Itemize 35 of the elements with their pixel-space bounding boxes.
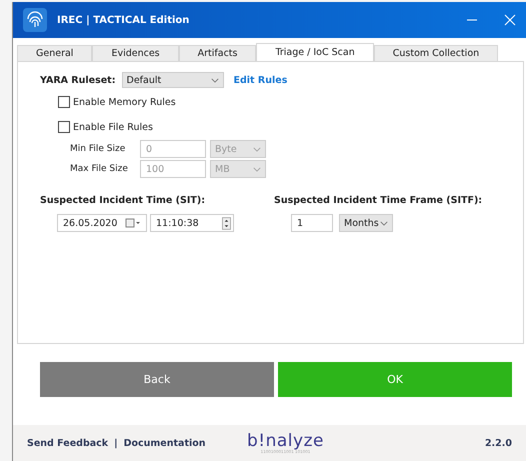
checkbox-label: Enable File Rules <box>73 122 153 132</box>
checkbox[interactable] <box>58 96 70 108</box>
yara-label: YARA Ruleset: <box>40 74 116 86</box>
brand-logo: b!nalyze <box>247 432 324 450</box>
edit-rules-link[interactable]: Edit Rules <box>234 74 288 86</box>
time-field[interactable]: 11:10:38 <box>150 214 234 232</box>
tab[interactable]: Evidences <box>92 45 179 61</box>
size-label: Min File Size <box>70 144 126 154</box>
chevron-down-icon <box>253 166 261 172</box>
chevron-down-icon <box>253 146 261 152</box>
window-title: IREC | TACTICAL Edition <box>57 14 190 26</box>
ruleset-dropdown[interactable]: Default <box>122 72 224 88</box>
tab[interactable]: Artifacts <box>178 45 256 61</box>
date-picker[interactable]: 26.05.2020 <box>57 214 147 232</box>
size-label: Max File Size <box>70 164 129 174</box>
checkbox-label: Enable Memory Rules <box>73 96 176 108</box>
checkbox[interactable] <box>58 121 70 133</box>
close-icon[interactable] <box>504 14 516 26</box>
chevron-down-icon <box>210 78 219 82</box>
tab[interactable]: Custom Collection <box>374 45 498 61</box>
back-button[interactable]: Back <box>40 362 274 397</box>
fingerprint-logo-icon <box>23 8 47 32</box>
footer-link[interactable]: Documentation <box>124 438 206 448</box>
chevron-down-icon <box>380 220 388 226</box>
version-text: 2.2.0 <box>484 438 512 448</box>
calendar-dropdown-icon[interactable] <box>125 218 141 228</box>
separator-text: | <box>114 438 118 448</box>
sit-label: Suspected Incident Time (SIT): <box>40 195 206 206</box>
timeframe-unit-dropdown[interactable]: Months <box>339 214 393 232</box>
spinner-icon[interactable] <box>222 216 231 230</box>
tab[interactable]: General <box>17 45 92 61</box>
footer-link[interactable]: Send Feedback <box>27 438 108 448</box>
timeframe-field[interactable]: 1 <box>291 214 333 232</box>
sitf-label: Suspected Incident Time Frame (SITF): <box>274 195 482 206</box>
tab[interactable]: Triage / IoC Scan <box>256 43 374 61</box>
